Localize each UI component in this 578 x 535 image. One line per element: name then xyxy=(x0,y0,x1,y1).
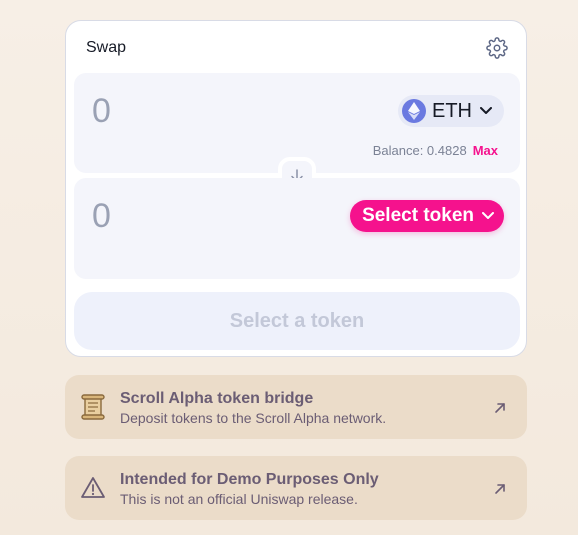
swap-title: Swap xyxy=(86,39,127,56)
select-token-label: Select token xyxy=(362,205,474,226)
banner-subtitle: Deposit tokens to the Scroll Alpha netwo… xyxy=(120,410,387,426)
eth-logo-icon xyxy=(402,99,426,123)
chevron-down-icon xyxy=(482,212,494,219)
swap-card: Swap ETH Balance: 0.4828 Max xyxy=(65,20,527,357)
demo-warning-banner[interactable]: Intended for Demo Purposes Only This is … xyxy=(65,456,527,520)
scroll-bridge-banner[interactable]: Scroll Alpha token bridge Deposit tokens… xyxy=(65,375,527,439)
scroll-icon xyxy=(81,394,105,420)
input-amount-field[interactable] xyxy=(90,91,294,132)
banner-title: Intended for Demo Purposes Only xyxy=(120,471,379,488)
max-button[interactable]: Max xyxy=(473,143,498,158)
external-link-arrow-icon xyxy=(495,403,505,413)
external-link-arrow-icon xyxy=(495,484,505,494)
settings-gear-icon[interactable] xyxy=(486,37,508,59)
output-amount-field[interactable] xyxy=(90,196,294,237)
banner-subtitle: This is not an official Uniswap release. xyxy=(120,491,358,507)
input-token-label: ETH xyxy=(432,99,472,122)
chevron-down-icon xyxy=(480,107,492,114)
select-a-token-button[interactable]: Select a token xyxy=(74,292,520,350)
banner-title: Scroll Alpha token bridge xyxy=(120,390,314,407)
select-token-button[interactable]: Select token xyxy=(350,200,504,232)
input-token-selector-button[interactable]: ETH xyxy=(398,95,504,127)
balance-row: Balance: 0.4828 Max xyxy=(373,143,498,158)
output-panel: Select token xyxy=(74,178,520,279)
balance-label: Balance: 0.4828 xyxy=(372,143,467,158)
warning-icon xyxy=(81,477,105,498)
